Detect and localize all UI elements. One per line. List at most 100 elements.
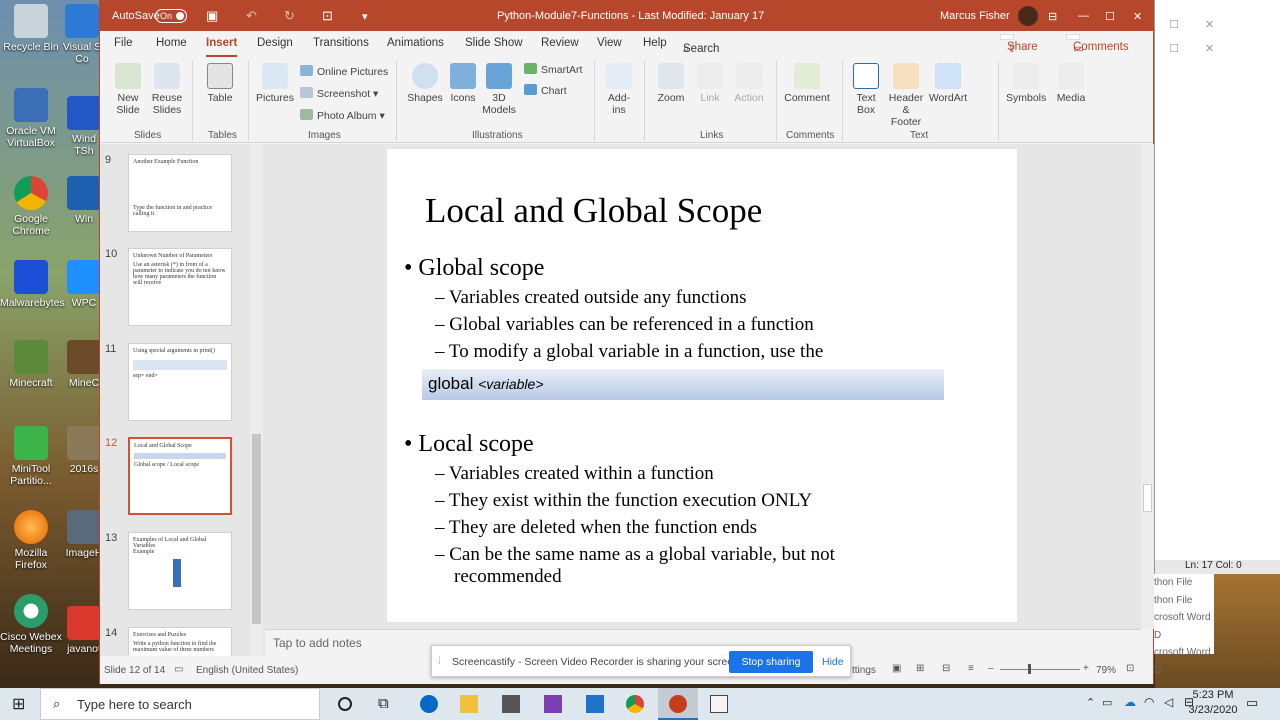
comment-button[interactable]: Comment	[784, 63, 830, 104]
taskbar-search-box[interactable]: ⌕ Type here to search	[40, 688, 320, 720]
task-view-icon[interactable]: ⧉	[378, 695, 396, 713]
autosave-toggle[interactable]: On	[155, 9, 187, 23]
zoom-button[interactable]: Zoom	[652, 63, 690, 104]
clock-time[interactable]: 5:23 PM	[1188, 689, 1238, 701]
minimize-icon[interactable]: —	[1078, 10, 1089, 22]
photo-album-button[interactable]: Photo Album ▾	[300, 109, 385, 122]
desktop-icon-minitool[interactable]: MiniTool Partitio...	[0, 426, 62, 487]
current-slide[interactable]: Local and Global Scope • Global scope – …	[387, 149, 1017, 622]
slide-thumbnail-9[interactable]: Another Example Function Type the functio…	[128, 154, 232, 232]
restore-icon[interactable]: ☐	[1169, 18, 1179, 31]
ribbon-display-icon[interactable]: ⊟	[1048, 10, 1057, 23]
language-indicator[interactable]: English (United States)	[196, 665, 298, 676]
save-icon[interactable]: ▣	[206, 8, 218, 24]
symbols-button[interactable]: Symbols	[1006, 63, 1046, 104]
desktop-icon-firefox[interactable]: Mozilla Firefox	[0, 510, 62, 571]
header-footer-button[interactable]: Header & Footer	[886, 63, 926, 128]
fit-slide-icon[interactable]: ⊡	[1126, 663, 1134, 674]
comments-button[interactable]: ▭ Comments	[1066, 34, 1129, 55]
bullet-item[interactable]: – They are deleted when the function end…	[435, 517, 757, 539]
bullet-local-scope[interactable]: • Local scope	[404, 431, 534, 458]
tab-slide-show[interactable]: Slide Show	[465, 37, 523, 49]
onedrive-icon[interactable]: ☁	[1124, 695, 1136, 709]
show-hidden-icons[interactable]: ⌃	[1086, 696, 1095, 709]
new-slide-button[interactable]: New Slide	[112, 63, 144, 116]
volume-icon[interactable]: ◁	[1164, 695, 1173, 709]
user-name[interactable]: Marcus Fisher	[940, 10, 1010, 22]
wordart-button[interactable]: WordArt	[928, 63, 968, 104]
zoom-slider[interactable]	[1000, 669, 1080, 670]
chart-button[interactable]: Chart	[524, 84, 567, 97]
shapes-button[interactable]: Shapes	[406, 63, 444, 104]
reading-view-icon[interactable]: ⊟	[942, 663, 950, 674]
visual-studio-icon[interactable]	[544, 695, 562, 713]
bullet-item[interactable]: – They exist within the function executi…	[435, 490, 812, 512]
avatar[interactable]	[1018, 6, 1038, 26]
code-snippet[interactable]: global <variable>	[422, 369, 944, 400]
desktop-icon-webex[interactable]: Cisco Webex Meetings	[0, 594, 62, 655]
network-icon[interactable]: ▭	[1102, 696, 1112, 709]
desktop-icon-minecraft[interactable]: Minecraft	[0, 340, 62, 389]
close-icon[interactable]: ✕	[1133, 10, 1142, 23]
desktop-icon-malwarebytes[interactable]: Malwarebytes	[0, 260, 65, 309]
link-button[interactable]: Link	[694, 63, 726, 104]
3d-models-button[interactable]: 3D Models	[482, 63, 516, 116]
edge-icon[interactable]	[420, 695, 438, 713]
slide-thumbnail-14[interactable]: Exercises and Puzzles Write a python func…	[128, 627, 232, 656]
redo-icon[interactable]: ↻	[284, 8, 295, 24]
icons-button[interactable]: Icons	[448, 63, 478, 104]
slide-thumbnail-13[interactable]: Examples of Local and Global Variables Ex…	[128, 532, 232, 610]
editor-scrollbar[interactable]	[1141, 144, 1154, 629]
tab-design[interactable]: Design	[257, 37, 293, 49]
store-icon[interactable]	[502, 695, 520, 713]
slideshow-icon[interactable]: ≡	[968, 663, 974, 674]
normal-view-icon[interactable]: ▣	[892, 663, 901, 674]
customize-qat-icon[interactable]: ▾	[362, 10, 368, 23]
smartart-button[interactable]: SmartArt	[524, 63, 582, 76]
list-item[interactable]: crosoft Word D	[1154, 644, 1214, 679]
zoom-in-icon[interactable]: +	[1083, 663, 1089, 674]
slide-title[interactable]: Local and Global Scope	[425, 191, 762, 231]
restore-icon-2[interactable]: ☐	[1169, 42, 1179, 55]
bullet-item[interactable]: – Variables created within a function	[435, 463, 714, 485]
file-explorer-icon[interactable]	[460, 695, 478, 713]
text-box-button[interactable]: Text Box	[850, 63, 882, 116]
media-button[interactable]: Media	[1054, 63, 1088, 104]
list-item[interactable]: thon File	[1154, 592, 1214, 610]
maximize-icon[interactable]: ☐	[1105, 10, 1115, 23]
windows-start-icon[interactable]: ⊞	[12, 694, 25, 714]
display-settings[interactable]: ttings	[852, 665, 876, 676]
chrome-taskbar-icon[interactable]	[626, 695, 644, 713]
tab-view[interactable]: View	[597, 37, 622, 49]
bullet-item[interactable]: – Global variables can be referenced in …	[435, 314, 814, 336]
online-pictures-button[interactable]: Online Pictures	[300, 65, 388, 78]
notifications-icon[interactable]: ▭	[1246, 695, 1258, 711]
zoom-level[interactable]: 79%	[1096, 665, 1116, 676]
close-icon-2[interactable]: ✕	[1205, 42, 1214, 55]
wifi-icon[interactable]: ◠	[1144, 695, 1154, 709]
zoom-slider-thumb[interactable]	[1028, 664, 1031, 674]
desktop-icon-chrome[interactable]: Google Chrome	[0, 176, 62, 237]
spell-check-icon[interactable]: ▭	[174, 664, 183, 675]
bullet-item[interactable]: – To modify a global variable in a funct…	[435, 341, 823, 363]
hide-button[interactable]: Hide	[822, 656, 844, 668]
add-ins-button[interactable]: Add-ins	[602, 63, 636, 116]
drag-handle-icon[interactable]: ⁞	[438, 655, 441, 667]
tab-transitions[interactable]: Transitions	[313, 37, 369, 49]
presenter-icon[interactable]: ⊡	[322, 8, 333, 24]
document-title[interactable]: Python-Module7-Functions - Last Modified…	[497, 10, 764, 22]
tab-help[interactable]: Help	[643, 37, 667, 49]
desktop-icon-recycle-bin[interactable]: Recycle Bin	[0, 4, 62, 53]
bullet-item[interactable]: – Can be the same name as a global varia…	[435, 544, 935, 588]
share-button[interactable]: ⇪ Share	[1000, 34, 1038, 55]
tab-home[interactable]: Home	[156, 37, 187, 49]
slide-thumbnail-11[interactable]: Using special arguments in print() sep= e…	[128, 343, 232, 421]
tab-review[interactable]: Review	[541, 37, 579, 49]
list-item[interactable]: crosoft Word D	[1154, 609, 1214, 644]
screenshot-button[interactable]: Screenshot ▾	[300, 87, 378, 100]
list-item[interactable]: thon File	[1154, 574, 1214, 592]
slide-thumbnail-10[interactable]: Unknown Number of Parameters Use an aster…	[128, 248, 232, 326]
notepad-icon[interactable]	[710, 695, 728, 713]
tab-insert[interactable]: Insert	[206, 37, 238, 57]
action-button[interactable]: Action	[730, 63, 768, 104]
